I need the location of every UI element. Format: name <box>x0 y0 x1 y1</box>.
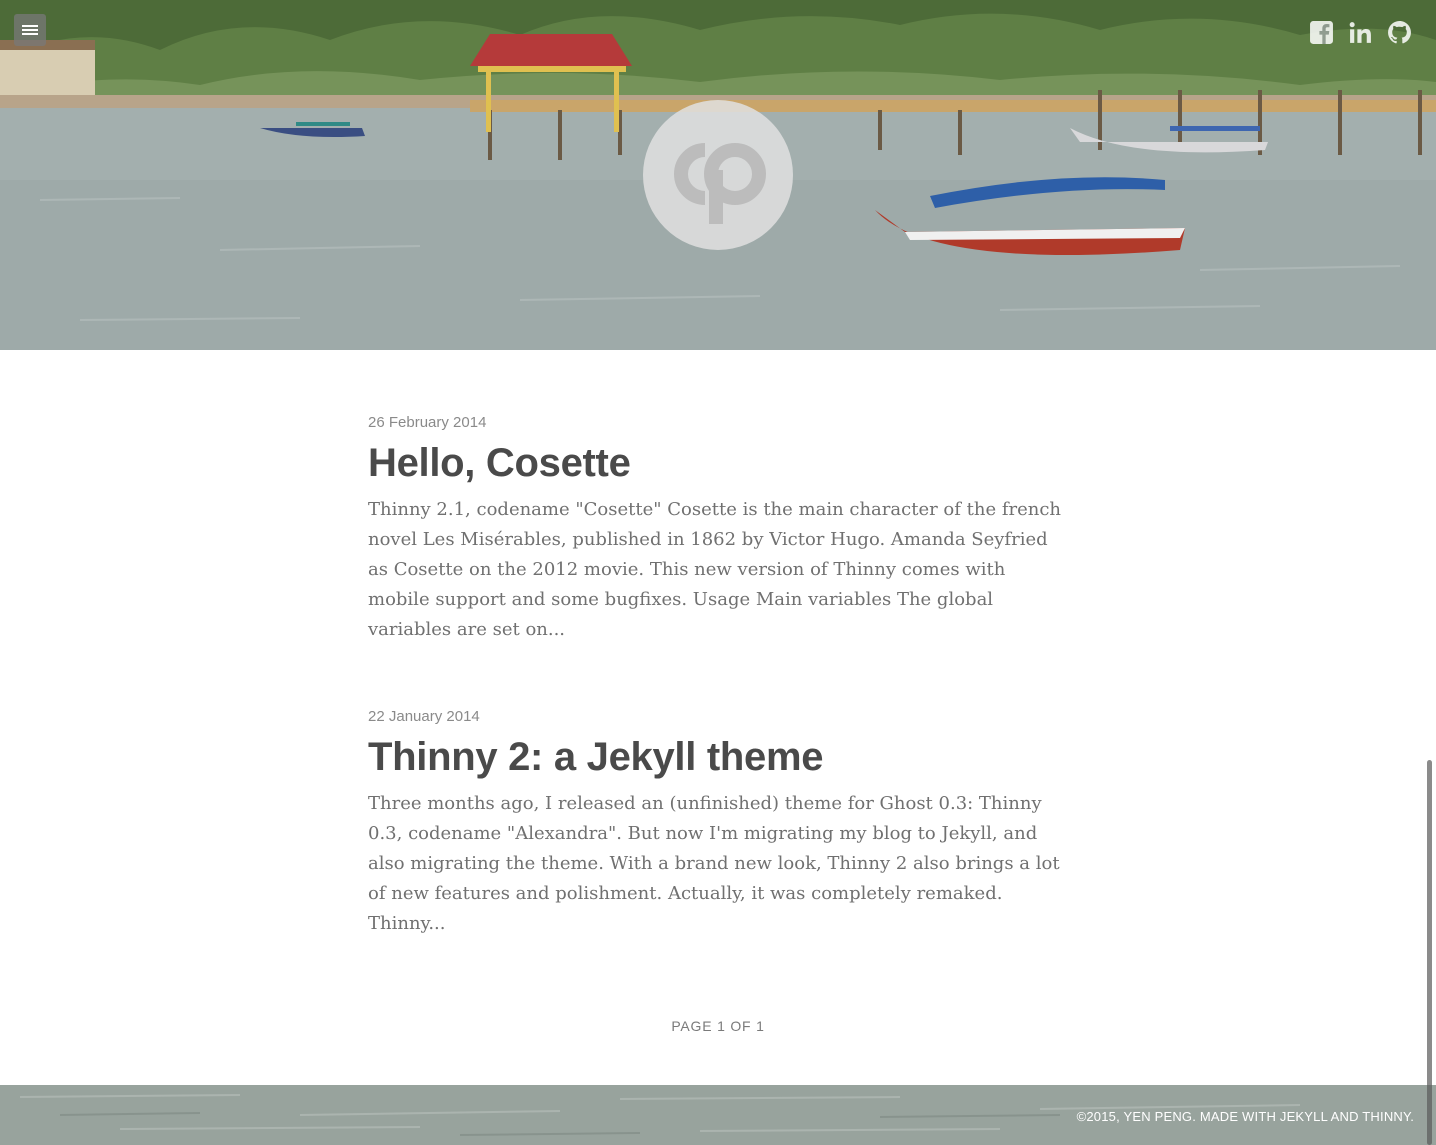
cp-logo-icon <box>674 143 766 224</box>
social-links <box>1309 20 1412 45</box>
hamburger-menu-icon <box>22 25 38 35</box>
post-excerpt: Three months ago, I released an (unfinis… <box>368 793 1060 934</box>
site-logo[interactable] <box>643 100 793 250</box>
footer-copyright: ©2015, YEN PENG. MADE WITH JEKYLL AND TH… <box>1076 1109 1414 1124</box>
site-footer: ©2015, YEN PENG. MADE WITH JEKYLL AND TH… <box>0 1085 1436 1145</box>
post-date: 22 January 2014 <box>368 708 480 725</box>
post-excerpt: Thinny 2.1, codename "Cosette" Cosette i… <box>368 499 1062 640</box>
github-icon[interactable] <box>1387 20 1412 45</box>
facebook-icon[interactable] <box>1309 20 1334 45</box>
post-title-link[interactable]: Thinny 2: a Jekyll theme <box>368 733 1068 781</box>
hero-banner <box>0 0 1436 350</box>
pagination-status: PAGE 1 OF 1 <box>671 1018 765 1034</box>
page-scrollbar[interactable] <box>1427 760 1432 1145</box>
linkedin-icon[interactable] <box>1348 20 1373 45</box>
menu-button[interactable] <box>14 14 46 46</box>
post-item: 22 January 2014 Thinny 2: a Jekyll theme… <box>368 707 1068 939</box>
post-item: 26 February 2014 Hello, Cosette Thinny 2… <box>368 413 1068 645</box>
post-date: 26 February 2014 <box>368 414 487 431</box>
post-title-link[interactable]: Hello, Cosette <box>368 439 1068 487</box>
